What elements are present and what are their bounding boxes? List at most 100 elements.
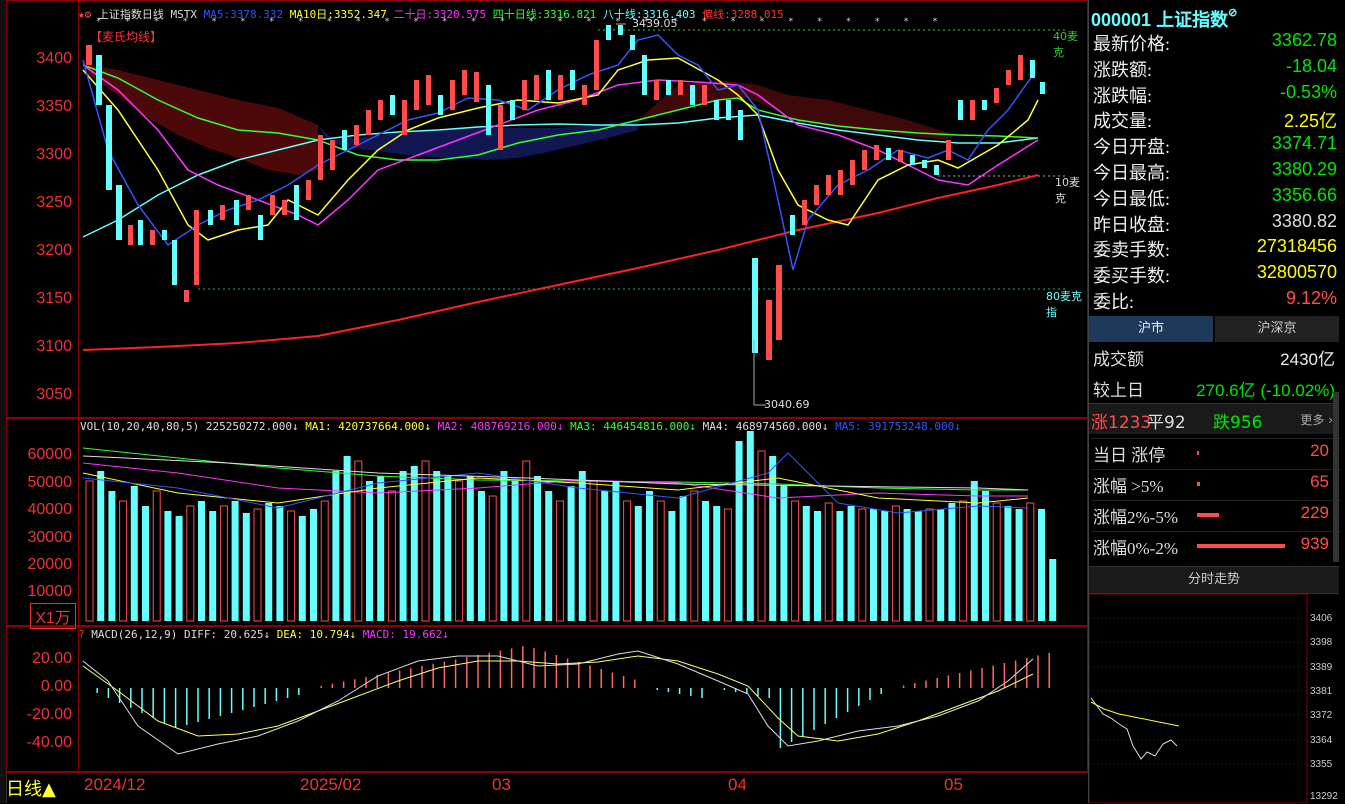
candle [994,88,999,103]
volume-bar [545,491,553,621]
macd-histogram [96,646,1050,748]
quote-label: 今日最高: [1093,163,1171,183]
intraday-header[interactable]: 分时走势 [1089,566,1339,594]
candle [234,200,239,225]
tab-sh[interactable]: 沪市 [1089,316,1213,342]
volume-bar [634,506,642,621]
limit-stat-row[interactable]: 当日 涨停 20 [1091,438,1341,467]
x-tick: 2025/02 [300,775,362,794]
volume-bar [186,505,195,622]
volume-bar [903,509,911,621]
volume-bar [769,456,777,621]
breadth-flat: 平92 [1147,413,1186,433]
volume-bar [1049,559,1057,621]
vol-tick: 10000 [27,583,73,600]
volume-bar [735,441,743,621]
candle [522,80,527,110]
price-chart-svg[interactable] [78,0,1088,418]
price-tick: 3050 [36,386,72,403]
volume-bar [578,471,586,621]
volume-bar [219,505,228,622]
limit-stat-label: 当日 涨停 [1093,446,1166,465]
volume-bar [276,506,284,621]
volume-axis: 60000 50000 40000 30000 20000 10000 X1万 [6,418,79,629]
volume-bar [870,509,877,621]
intraday-chart[interactable]: 3406 3398 3389 3381 3372 3364 3355 13292 [1089,594,1339,803]
candle [172,240,177,285]
volume-bar [231,501,239,621]
x-tick: 03 [492,775,511,794]
quote-label: 涨跌幅: [1093,85,1153,106]
quote-label: 涨跌额: [1093,59,1153,80]
volume-bar [198,501,205,621]
candle [294,185,299,220]
volume-bar [555,500,564,622]
volume-bar [948,503,956,621]
candle [666,80,671,95]
vol-ma5-line [82,452,1029,514]
intraday-axis: 3406 3398 3389 3381 3372 3364 3355 13292 [1310,613,1338,802]
price-tick: 3400 [36,50,72,67]
vol-tick: 50000 [27,474,73,491]
limit-stat-row[interactable]: 涨幅0%-2% 939 [1091,531,1341,560]
volume-bar [175,516,183,621]
volume-bar [757,450,766,622]
candlesticks[interactable] [86,25,1045,360]
volume-bar [1026,502,1035,622]
volume-bar [488,495,497,622]
volume-bar [836,511,844,621]
candle [510,100,515,120]
candle [558,75,563,100]
volume-chart-svg[interactable] [78,418,1088,626]
kline-chart-area[interactable]: 3400 3350 3300 3250 3200 3150 3100 3050 … [6,0,1088,803]
candle [874,145,879,160]
limit-stat-bar [1197,513,1219,517]
quote-row: 委比: 9.12% [1091,288,1341,313]
quote-value: -0.53% [1279,81,1337,102]
candle [116,185,122,240]
breadth-row[interactable]: 涨1233 平92 跌956 更多 › [1089,403,1339,434]
macd-chart-svg[interactable] [78,626,1088,772]
security-title[interactable]: 000001 上证指数⊘ [1091,6,1237,32]
candle [450,80,455,110]
x-tick: 05 [944,775,963,794]
period-selector[interactable]: 日线▲ [6,775,56,801]
candle [582,85,587,105]
volume-bar [623,500,632,622]
turnover-value: 2430亿 [1280,350,1335,369]
candle [138,220,143,245]
candle [534,75,539,100]
more-link[interactable]: 更多 › [1300,411,1333,428]
volume-bar [253,508,262,622]
info-icon[interactable]: ⊘ [1228,7,1237,19]
limit-stat-row[interactable]: 涨幅2%-5% 229 [1091,500,1341,529]
candle [220,205,225,220]
volume-bar [668,511,676,621]
volume-bar [298,516,306,621]
candle [162,230,167,240]
candle [790,215,795,235]
volume-bar [130,486,138,621]
limit-stat-row[interactable]: 涨幅 >5% 65 [1091,469,1341,498]
vol-tick: 40000 [27,501,73,518]
candle [654,80,659,100]
ma-band-red-2 [638,80,948,140]
quote-value: 9.12% [1285,288,1337,308]
candle [354,125,359,145]
volume-bar [802,506,810,621]
candle [86,45,92,65]
tab-hsj[interactable]: 沪深京 [1215,316,1339,342]
intraday-frame [1089,594,1308,803]
candle [1018,55,1023,80]
candle [702,85,707,105]
intraday-grid [1089,617,1307,765]
volume-bar [746,431,754,621]
volume-bar [377,476,385,621]
breadth-up: 涨1233 [1091,413,1152,433]
macd-tick: -40.00 [26,734,72,751]
panel-scrollbar[interactable] [1333,392,1339,562]
low-price-label: 3040.69 [764,398,810,411]
candle [776,265,782,340]
volume-bar [1015,509,1023,621]
vs-prev-value: 270.6亿 (-10.02%) [1196,381,1335,400]
